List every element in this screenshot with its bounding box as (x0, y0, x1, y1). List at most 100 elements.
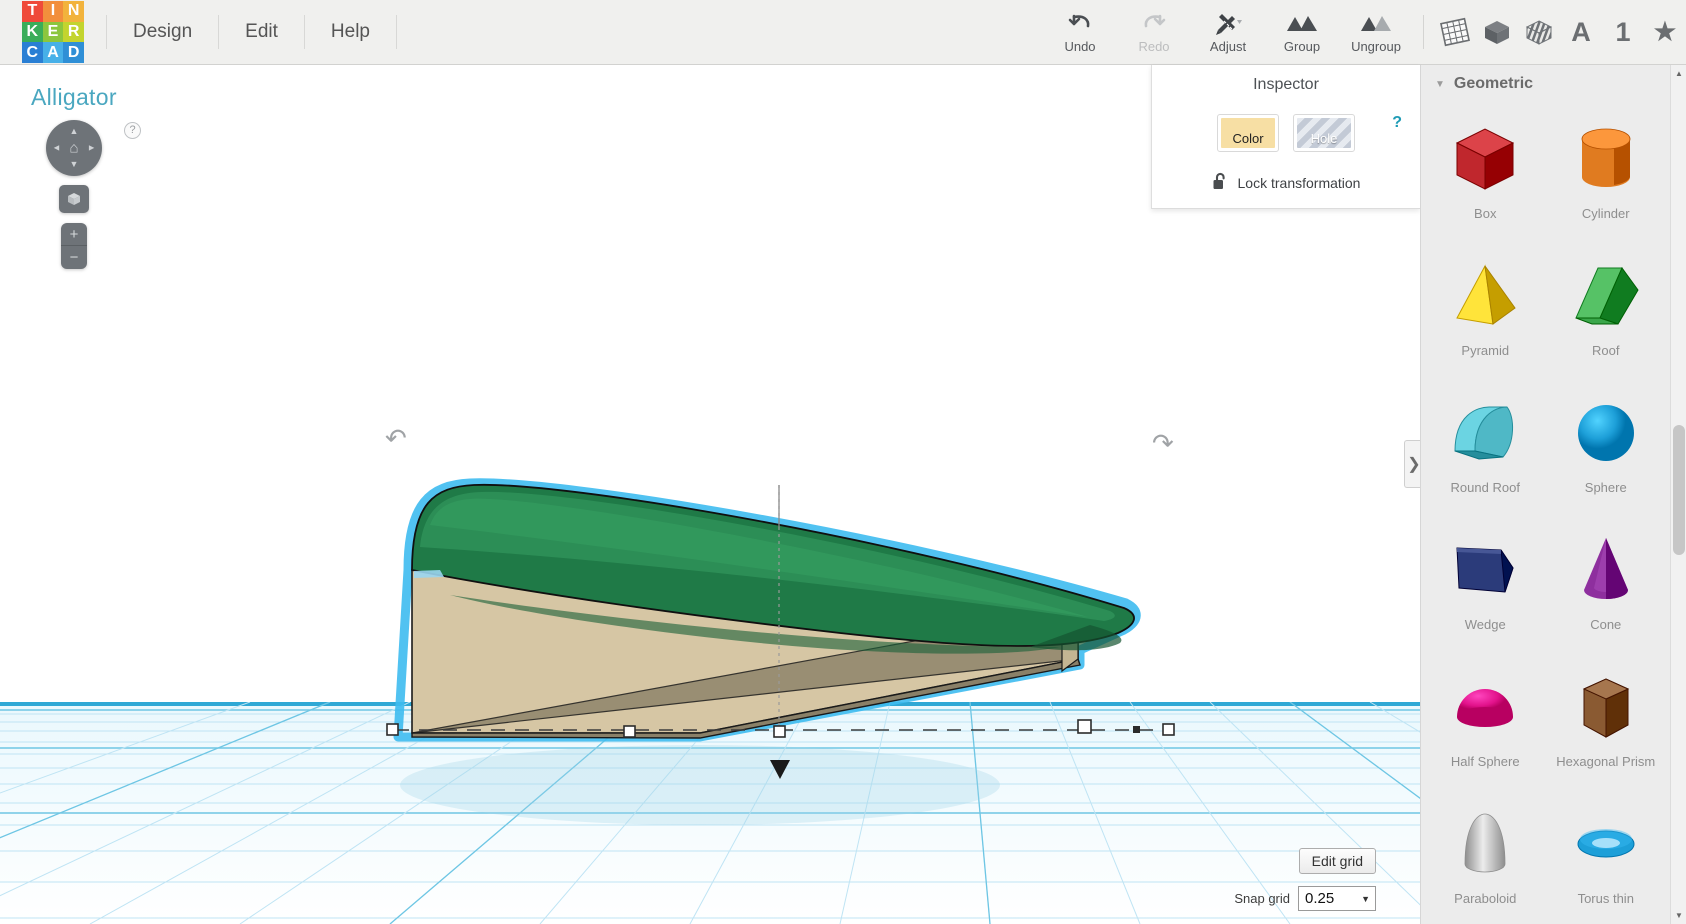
tinkercad-logo[interactable]: TINKERCAD (22, 1, 84, 63)
shape-item-label: Half Sphere (1450, 754, 1520, 769)
redo-button[interactable]: Redo (1117, 4, 1191, 60)
tinkercad-app: TINKERCAD Design Edit Help Undo Redo Adj… (0, 0, 1686, 924)
sphere-icon (1546, 390, 1667, 476)
torusthin-icon (1546, 801, 1667, 887)
shape-item-half-sphere[interactable]: Half Sphere (1425, 649, 1546, 784)
edit-grid-button[interactable]: Edit grid (1298, 848, 1376, 874)
digit-one-glyph: 1 (1615, 16, 1631, 47)
shapes-section-header[interactable]: ▼ Geometric (1421, 65, 1670, 99)
ungroup-label: Ungroup (1351, 39, 1401, 54)
text-size-icon[interactable]: A (1560, 9, 1602, 55)
adjust-icon (1213, 10, 1243, 36)
workplane-icon[interactable] (1434, 9, 1476, 55)
adjust-button[interactable]: Adjust (1191, 4, 1265, 60)
logo-letter-i: I (42, 1, 64, 22)
hole-swatch-button[interactable]: Hole (1293, 114, 1355, 152)
hole-swatch-label: Hole (1310, 131, 1338, 146)
ungroup-icon (1359, 10, 1393, 36)
lock-transformation-row[interactable]: Lock transformation (1152, 172, 1420, 194)
striped-cube-icon[interactable] (1518, 9, 1560, 55)
scroll-up-icon[interactable]: ▲ (1671, 65, 1686, 82)
paraboloid-icon (1425, 801, 1546, 887)
wedge-icon (1425, 527, 1546, 613)
undo-button[interactable]: Undo (1043, 4, 1117, 60)
open-padlock-icon (1212, 172, 1229, 194)
logo-letter-e: E (42, 21, 64, 43)
menu-design[interactable]: Design (106, 15, 220, 49)
shapes-section-title: Geometric (1453, 75, 1534, 92)
logo-letter-a: A (42, 42, 64, 63)
lock-transformation-label: Lock transformation (1237, 175, 1361, 191)
halfsphere-icon (1425, 664, 1546, 750)
shape-item-label: Round Roof (1450, 480, 1520, 495)
inspector-swatches: Color Hole (1152, 114, 1420, 152)
shape-item-pyramid[interactable]: Pyramid (1425, 238, 1546, 373)
shapes-panel: ▼ Geometric Box Cylinder Pyramid Roof Round … (1420, 65, 1670, 924)
logo-letter-t: T (22, 1, 43, 22)
number-one-icon[interactable]: 1 (1602, 9, 1644, 55)
top-toolbar: TINKERCAD Design Edit Help Undo Redo Adj… (0, 0, 1686, 65)
roof-icon (1546, 253, 1667, 339)
color-swatch-button[interactable]: Color (1217, 114, 1279, 152)
inspector-panel: Inspector ? Color Hole Lock transformati… (1151, 65, 1420, 209)
scroll-down-icon[interactable]: ▼ (1671, 907, 1686, 924)
shape-item-cone[interactable]: Cone (1546, 512, 1667, 647)
logo-letter-k: K (22, 21, 43, 43)
group-label: Group (1283, 39, 1321, 54)
redo-icon (1141, 10, 1167, 36)
shape-item-box[interactable]: Box (1425, 101, 1546, 236)
undo-icon (1067, 10, 1093, 36)
pyramid-icon (1425, 253, 1546, 339)
logo-letter-c: C (22, 42, 43, 63)
letter-a-glyph: A (1571, 16, 1591, 47)
snap-grid-value: 0.25 (1305, 890, 1335, 907)
shape-item-paraboloid[interactable]: Paraboloid (1425, 786, 1546, 921)
shape-item-label: Roof (1592, 343, 1620, 358)
color-swatch-label: Color (1232, 131, 1264, 146)
shape-item-label: Cylinder (1581, 206, 1630, 221)
snap-grid-select[interactable]: 0.25 ▼ (1298, 886, 1376, 911)
shape-item-cylinder[interactable]: Cylinder (1546, 101, 1667, 236)
logo-letter-r: R (63, 21, 84, 43)
group-button[interactable]: Group (1265, 4, 1339, 60)
shape-item-hexagonal-prism[interactable]: Hexagonal Prism (1546, 649, 1667, 784)
shape-item-label: Hexagonal Prism (1556, 754, 1656, 769)
menu-help[interactable]: Help (305, 15, 397, 49)
shape-item-label: Paraboloid (1454, 891, 1517, 906)
solid-cube-icon[interactable] (1476, 9, 1518, 55)
hexprism-icon (1546, 664, 1667, 750)
redo-label: Redo (1138, 39, 1170, 54)
toolbar-divider (1423, 15, 1424, 49)
shape-item-roof[interactable]: Roof (1546, 238, 1667, 373)
scrollbar-thumb[interactable] (1673, 425, 1685, 555)
shape-item-round-roof[interactable]: Round Roof (1425, 375, 1546, 510)
shape-item-sphere[interactable]: Sphere (1546, 375, 1667, 510)
shape-item-torus-thin[interactable]: Torus thin (1546, 786, 1667, 921)
ungroup-button[interactable]: Ungroup (1339, 4, 1413, 60)
menu-bar: Design Edit Help (106, 0, 397, 64)
chevron-down-icon: ▼ (1435, 78, 1445, 90)
shape-panel-scrollbar[interactable]: ▲ ▼ (1670, 65, 1686, 924)
shape-item-label: Torus thin (1577, 891, 1634, 906)
group-icon (1285, 10, 1319, 36)
favorite-star-icon[interactable]: ★ (1644, 9, 1686, 55)
star-glyph: ★ (1653, 18, 1677, 46)
shape-item-wedge[interactable]: Wedge (1425, 512, 1546, 647)
roundroof-icon (1425, 390, 1546, 476)
snap-grid-label: Snap grid (1234, 891, 1290, 906)
shapes-grid: Box Cylinder Pyramid Roof Round Roof Sphere We… (1421, 99, 1670, 924)
logo-letter-n: N (63, 1, 84, 22)
toolbar-actions: Undo Redo Adjust Group Ungroup A 1 ★ (1043, 0, 1686, 64)
menu-edit[interactable]: Edit (219, 15, 305, 49)
adjust-label: Adjust (1209, 39, 1247, 54)
undo-label: Undo (1064, 39, 1096, 54)
shape-item-label: Cone (1590, 617, 1622, 632)
cone-icon (1546, 527, 1667, 613)
snap-grid-control: Snap grid 0.25 ▼ (1234, 886, 1376, 911)
logo-letter-d: D (63, 42, 84, 63)
chevron-down-icon: ▼ (1361, 893, 1370, 904)
inspector-title: Inspector (1253, 76, 1319, 93)
cylinder-icon (1546, 116, 1667, 202)
inspector-help-icon[interactable]: ? (1392, 114, 1402, 132)
cube-icon (1425, 116, 1546, 202)
